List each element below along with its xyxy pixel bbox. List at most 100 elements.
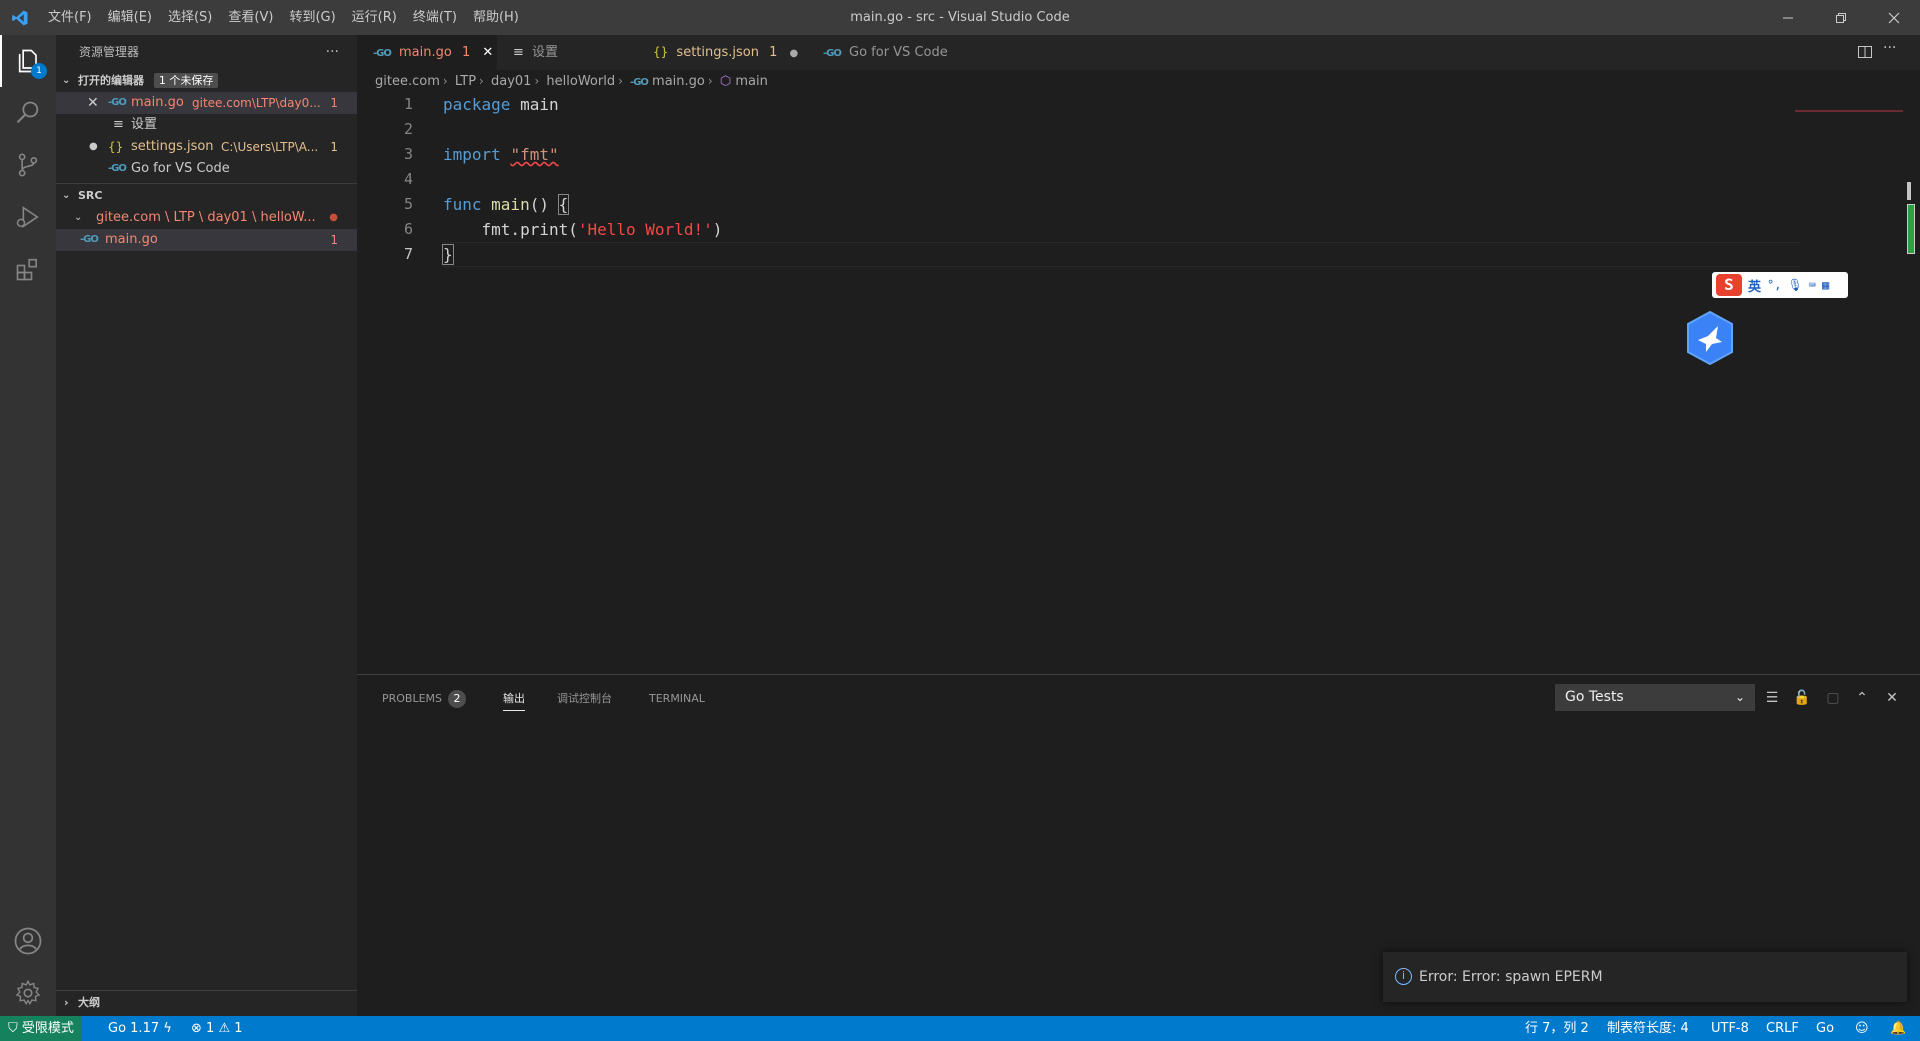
menu-help[interactable]: 帮助(H) xyxy=(465,0,527,35)
search-activity[interactable] xyxy=(0,87,56,139)
more-actions-icon[interactable]: ··· xyxy=(326,35,339,70)
close-panel-icon[interactable]: ✕ xyxy=(1882,688,1902,708)
tab-main-go[interactable]: -GO main.go 1 ✕ xyxy=(357,35,497,70)
accounts-activity[interactable] xyxy=(0,915,56,967)
menu-go[interactable]: 转到(G) xyxy=(281,0,343,35)
maximize-panel-icon[interactable]: ⌃ xyxy=(1852,688,1872,708)
menu-run[interactable]: 运行(R) xyxy=(344,0,405,35)
clear-output-icon[interactable]: ☰ xyxy=(1762,688,1782,708)
eol-item[interactable]: CRLF xyxy=(1766,1016,1799,1041)
breadcrumb-item[interactable]: main.go xyxy=(652,74,705,89)
lock-scroll-icon[interactable]: 🔓 xyxy=(1792,688,1812,708)
ime-toolbar[interactable]: S 英 °, 🎙 ⌨ ▦ xyxy=(1712,272,1848,298)
language-mode-item[interactable]: Go xyxy=(1816,1016,1834,1041)
error-count: 1 xyxy=(330,140,338,154)
line-number: 3 xyxy=(403,145,413,163)
outline-section[interactable]: › 大纲 xyxy=(56,990,357,1016)
open-editor-item[interactable]: -GO Go for VS Code xyxy=(56,158,357,180)
run-debug-activity[interactable] xyxy=(0,191,56,243)
file-row[interactable]: -GO main.go 1 xyxy=(56,229,357,251)
explorer-activity[interactable]: 1 xyxy=(0,35,56,87)
tab-debug-console[interactable]: 调试控制台 xyxy=(557,687,612,711)
open-editor-item[interactable]: ✕ -GO main.go gitee.com\LTP\day0... 1 xyxy=(56,92,357,114)
src-folder-header[interactable]: ⌄ SRC xyxy=(56,185,357,207)
error-count: 1 xyxy=(330,233,338,247)
manage-activity[interactable] xyxy=(0,967,56,1019)
source-control-icon xyxy=(18,153,38,177)
line-number: 6 xyxy=(403,220,413,238)
tab-problems[interactable]: PROBLEMS 2 xyxy=(382,687,467,711)
problems-item[interactable]: ⊗ 1 ⚠ 1 xyxy=(191,1016,243,1041)
menu-terminal[interactable]: 终端(T) xyxy=(405,0,465,35)
tab-settings[interactable]: ≡ 设置 xyxy=(497,35,637,70)
keyboard-icon[interactable]: ⌨ xyxy=(1809,278,1816,292)
restore-button[interactable] xyxy=(1814,0,1867,35)
code-text: ) xyxy=(712,220,723,239)
open-editor-name: main.go xyxy=(131,95,184,110)
error-count: 1 xyxy=(206,1021,215,1036)
tab-output[interactable]: 输出 xyxy=(503,687,525,711)
floating-assistant-icon[interactable] xyxy=(1684,310,1736,366)
overview-ruler[interactable] xyxy=(1907,182,1915,262)
notification-message: Error: Error: spawn EPERM xyxy=(1419,969,1603,985)
menu-file[interactable]: 文件(F) xyxy=(40,0,100,35)
feedback-icon[interactable]: ☺ xyxy=(1855,1016,1869,1041)
tab-label: 设置 xyxy=(532,45,559,60)
menu-selection[interactable]: 选择(S) xyxy=(160,0,220,35)
tab-terminal[interactable]: TERMINAL xyxy=(649,687,705,711)
split-editor-icon[interactable] xyxy=(1857,44,1875,62)
chevron-right-icon: › xyxy=(64,996,69,1009)
line-number: 7 xyxy=(403,245,413,263)
go-version-item[interactable]: Go 1.17 ϟ xyxy=(108,1016,172,1041)
code-line: func main() { xyxy=(443,192,570,217)
breadcrumb-item[interactable]: main xyxy=(735,74,767,89)
microphone-icon[interactable]: 🎙 xyxy=(1787,278,1802,292)
output-channel-select[interactable]: Go Tests ⌄ xyxy=(1555,684,1755,711)
open-editor-name: settings.json xyxy=(131,139,214,154)
open-editor-item[interactable]: ≡ 设置 xyxy=(56,114,357,136)
more-actions-icon[interactable]: ··· xyxy=(1883,40,1896,56)
close-icon xyxy=(1888,12,1899,23)
go-file-icon: -GO xyxy=(80,234,99,245)
folder-row[interactable]: ⌄ gitee.com \ LTP \ day01 \ helloW... ● xyxy=(56,207,357,229)
source-control-activity[interactable] xyxy=(0,139,56,191)
breadcrumb-item[interactable]: LTP xyxy=(455,74,476,89)
code-string: "fmt" xyxy=(510,145,559,164)
line-number: 2 xyxy=(403,120,413,138)
menu-view[interactable]: 查看(V) xyxy=(220,0,281,35)
vscode-logo-icon xyxy=(0,0,40,35)
code-line: } xyxy=(442,242,454,267)
close-editor-icon[interactable]: ✕ xyxy=(87,92,99,114)
encoding-item[interactable]: UTF-8 xyxy=(1711,1016,1749,1041)
error-notification[interactable]: i Error: Error: spawn EPERM xyxy=(1383,952,1907,1002)
tab-go-for-vscode[interactable]: -GO Go for VS Code xyxy=(807,35,977,70)
tab-settings-json[interactable]: {} settings.json 1 ● xyxy=(637,35,807,70)
open-editor-item[interactable]: ● {} settings.json C:\Users\LTP\A... 1 xyxy=(56,136,357,158)
breadcrumb-item[interactable]: helloWorld xyxy=(546,74,615,89)
breadcrumb-item[interactable]: day01 xyxy=(491,74,531,89)
info-icon: i xyxy=(1395,968,1412,985)
cursor-position-item[interactable]: 行 7，列 2 xyxy=(1525,1016,1589,1041)
notifications-bell-icon[interactable]: 🔔 xyxy=(1890,1016,1906,1041)
close-window-button[interactable] xyxy=(1867,0,1920,35)
editor-tabs: -GO main.go 1 ✕ ≡ 设置 {} settings.json 1 … xyxy=(357,35,1920,70)
grid-menu-icon[interactable]: ▦ xyxy=(1822,278,1829,292)
minimize-button[interactable] xyxy=(1761,0,1814,35)
settings-icon: ≡ xyxy=(513,45,524,60)
punctuation-icon[interactable]: °, xyxy=(1767,278,1781,292)
ime-lang[interactable]: 英 xyxy=(1748,276,1761,295)
open-log-icon[interactable]: ▢ xyxy=(1823,688,1843,708)
extensions-activity[interactable] xyxy=(0,243,56,295)
breadcrumb-item[interactable]: gitee.com xyxy=(375,74,440,89)
restricted-mode-item[interactable]: ⛉ 受限模式 xyxy=(0,1016,82,1041)
unsaved-dot-icon: ● xyxy=(89,141,98,152)
tab-size-item[interactable]: 制表符长度: 4 xyxy=(1607,1016,1689,1041)
code-line: package main xyxy=(443,92,559,117)
code-editor[interactable]: 1 2 3 4 5 6 7 package main import "fmt" … xyxy=(357,92,1920,674)
menu-edit[interactable]: 编辑(E) xyxy=(100,0,160,35)
open-editors-header[interactable]: ⌄ 打开的编辑器 1 个未保存 xyxy=(56,70,357,92)
open-editor-path: gitee.com\LTP\day0... xyxy=(192,96,321,110)
section-divider xyxy=(56,183,357,184)
close-tab-icon[interactable]: ✕ xyxy=(482,45,493,60)
menu-bar: 文件(F) 编辑(E) 选择(S) 查看(V) 转到(G) 运行(R) 终端(T… xyxy=(40,0,527,35)
